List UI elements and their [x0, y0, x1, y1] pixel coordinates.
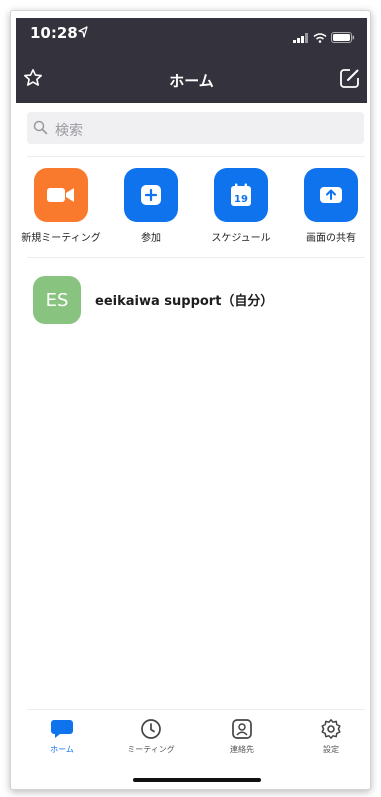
video-camera-icon — [34, 168, 88, 222]
tab-contacts[interactable]: 連絡先 — [207, 718, 277, 755]
calendar-icon: 19 — [214, 168, 268, 222]
status-time: 10:28 — [30, 24, 78, 42]
divider-top — [27, 156, 365, 157]
join-button[interactable]: 参加 — [106, 168, 196, 244]
tab-home-label: ホーム — [50, 745, 74, 754]
wifi-icon — [313, 28, 327, 47]
chat-bubble-icon — [27, 718, 97, 740]
tab-home[interactable]: ホーム — [27, 718, 97, 755]
gear-icon — [296, 718, 366, 740]
page-title: ホーム — [169, 72, 214, 90]
compose-icon[interactable] — [339, 67, 361, 93]
share-screen-button[interactable]: 画面の共有 — [286, 168, 376, 244]
location-arrow-icon — [78, 23, 88, 42]
tab-settings[interactable]: 設定 — [296, 718, 366, 755]
quick-actions: 新規ミーティング 参加 19 スケジュール 画面の共有 — [0, 168, 381, 253]
nav-bar: ホーム — [16, 58, 367, 100]
contact-name: eeikaiwa support（自分） — [95, 294, 274, 309]
app-header: 10:28 ホーム — [16, 18, 367, 103]
divider-actions — [27, 257, 365, 258]
search-input[interactable]: 検索 — [27, 112, 364, 144]
contact-icon — [207, 718, 277, 740]
divider-bottom — [27, 709, 365, 710]
tab-bar: ホーム ミーティング 連絡先 設定 — [27, 712, 365, 762]
schedule-button[interactable]: 19 スケジュール — [196, 168, 286, 244]
share-screen-label: 画面の共有 — [306, 233, 356, 244]
tab-contacts-label: 連絡先 — [230, 745, 254, 754]
tab-meetings-label: ミーティング — [127, 745, 175, 754]
search-placeholder: 検索 — [55, 123, 83, 139]
status-bar: 10:28 — [16, 18, 367, 48]
system-icons — [293, 28, 355, 47]
tab-settings-label: 設定 — [323, 745, 339, 754]
schedule-label: スケジュール — [211, 233, 271, 244]
new-meeting-button[interactable]: 新規ミーティング — [16, 168, 106, 244]
share-screen-icon — [304, 168, 358, 222]
home-indicator — [133, 778, 261, 782]
search-icon — [33, 120, 48, 139]
clock-icon — [116, 718, 186, 740]
battery-icon — [331, 28, 355, 47]
signal-icon — [293, 28, 309, 47]
plus-icon — [124, 168, 178, 222]
avatar: ES — [33, 276, 81, 324]
tab-meetings[interactable]: ミーティング — [116, 718, 186, 755]
calendar-day: 19 — [234, 194, 248, 205]
join-label: 参加 — [141, 233, 161, 244]
new-meeting-label: 新規ミーティング — [21, 233, 101, 244]
